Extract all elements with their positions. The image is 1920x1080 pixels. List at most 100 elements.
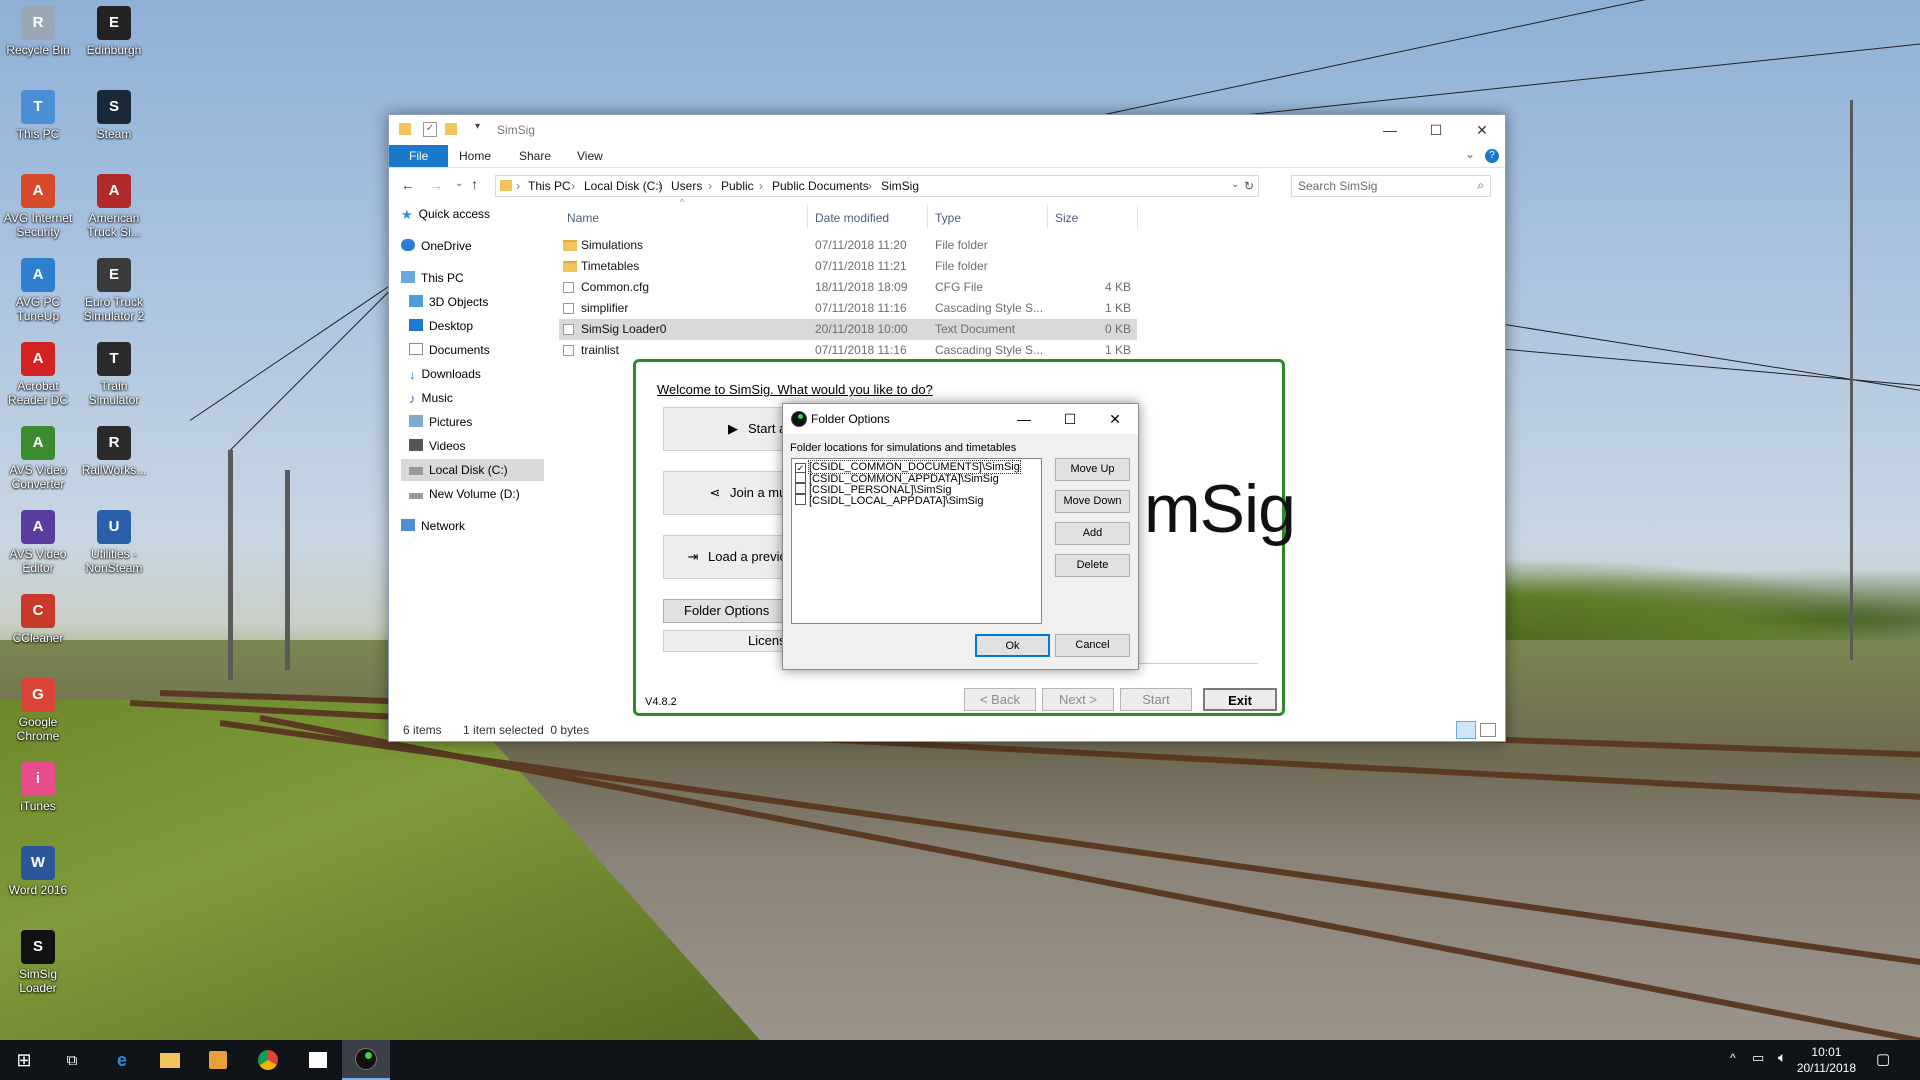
desktop-shortcut[interactable]: A AVG PC TuneUp	[0, 258, 76, 323]
desktop-shortcut[interactable]: T Train Simulator	[76, 342, 152, 407]
column-date-modified[interactable]: Date modified	[815, 211, 889, 225]
chevron-right-icon[interactable]: ›	[516, 179, 520, 193]
file-explorer-taskbar-icon[interactable]	[146, 1040, 194, 1080]
nav-videos[interactable]: Videos	[409, 435, 564, 457]
new-folder-icon[interactable]	[445, 123, 457, 135]
delete-button[interactable]: Delete	[1055, 554, 1130, 577]
recent-locations-icon[interactable]: ⌄	[455, 178, 463, 189]
nav-onedrive[interactable]: OneDrive	[401, 235, 556, 257]
desktop-shortcut[interactable]: C CCleaner	[0, 594, 76, 645]
column-size[interactable]: Size	[1055, 211, 1078, 225]
desktop-shortcut[interactable]: T This PC	[0, 90, 76, 141]
task-view-icon[interactable]: ⧉	[48, 1040, 96, 1080]
maximize-icon[interactable]: ☐	[1047, 404, 1093, 434]
details-view-icon[interactable]	[1456, 721, 1476, 739]
desktop-shortcut[interactable]: R Recycle Bin	[0, 6, 76, 57]
search-icon[interactable]: ⌕	[1477, 178, 1484, 193]
desktop-shortcut[interactable]: U Utilities - NonSteam	[76, 510, 152, 575]
breadcrumb-public-documents[interactable]: Public Documents	[772, 179, 869, 193]
nav-music[interactable]: ♪ Music	[409, 387, 564, 409]
checkbox-unchecked[interactable]	[795, 483, 806, 494]
start-button[interactable]: Start	[1120, 688, 1192, 711]
ok-button[interactable]: Ok	[975, 634, 1050, 657]
next-button[interactable]: Next >	[1042, 688, 1114, 711]
tab-view[interactable]: View	[563, 145, 617, 167]
folder-options-dialog[interactable]: Folder Options — ☐ ✕ Folder locations fo…	[782, 403, 1139, 670]
nav-3d-objects[interactable]: 3D Objects	[409, 291, 564, 313]
desktop-shortcut[interactable]: W Word 2016	[0, 846, 76, 897]
expand-ribbon-icon[interactable]: ⌄	[1465, 147, 1475, 161]
forward-arrow-icon[interactable]: →	[429, 177, 443, 193]
maximize-icon[interactable]: ☐	[1413, 115, 1459, 145]
desktop-shortcut[interactable]: S Steam	[76, 90, 152, 141]
column-name[interactable]: Name	[567, 211, 599, 225]
column-divider[interactable]	[807, 205, 808, 229]
nav-downloads[interactable]: ↓ Downloads	[409, 363, 564, 385]
file-row[interactable]: trainlist 07/11/2018 11:16 Cascading Style…	[559, 340, 1137, 361]
back-button[interactable]: < Back	[964, 688, 1036, 711]
desktop-shortcut[interactable]: A American Truck Si...	[76, 174, 152, 239]
back-arrow-icon[interactable]: ←	[401, 177, 415, 193]
up-arrow-icon[interactable]: ↑	[471, 176, 478, 192]
breadcrumb-public[interactable]: Public	[721, 179, 754, 193]
breadcrumb-users[interactable]: Users	[671, 179, 702, 193]
tab-home[interactable]: Home	[445, 145, 505, 167]
close-icon[interactable]: ✕	[1459, 115, 1505, 145]
cancel-button[interactable]: Cancel	[1055, 634, 1130, 657]
desktop-shortcut[interactable]: E Euro Truck Simulator 2	[76, 258, 152, 323]
checkbox-unchecked[interactable]	[795, 494, 806, 505]
desktop-shortcut[interactable]: R RailWorks...	[76, 426, 152, 477]
tab-share[interactable]: Share	[505, 145, 565, 167]
folder-locations-list[interactable]: ✓ [CSIDL_COMMON_DOCUMENTS]\SimSig [CSIDL_C…	[791, 458, 1042, 624]
address-dropdown-icon[interactable]: ⌄	[1231, 179, 1239, 190]
nav-local-disk[interactable]: Local Disk (C:)	[401, 459, 544, 481]
tab-file[interactable]: File	[389, 145, 449, 167]
exit-button[interactable]: Exit	[1203, 688, 1277, 711]
edge-icon[interactable]: e	[98, 1040, 146, 1080]
large-icons-view-icon[interactable]	[1480, 723, 1496, 737]
file-row[interactable]: SimSig Loader0 20/11/2018 10:00 Text Docum…	[559, 319, 1137, 340]
close-icon[interactable]: ✕	[1092, 404, 1138, 434]
volume-icon[interactable]: 🔈︎	[1778, 1049, 1786, 1066]
desktop-shortcut[interactable]: S SimSig Loader	[0, 930, 76, 995]
add-button[interactable]: Add	[1055, 522, 1130, 545]
breadcrumb-this-pc[interactable]: This PC	[528, 179, 571, 193]
customize-toolbar-icon[interactable]: ▾	[475, 121, 480, 132]
search-input[interactable]: Search SimSig ⌕	[1291, 175, 1491, 197]
desktop-shortcut[interactable]: E Edinburgh	[76, 6, 152, 57]
file-row[interactable]: Common.cfg 18/11/2018 18:09 CFG File 4 KB	[559, 277, 1137, 298]
network-status-icon[interactable]: ▭	[1752, 1050, 1764, 1066]
nav-documents[interactable]: Documents	[409, 339, 564, 361]
chrome-taskbar-icon[interactable]	[244, 1040, 292, 1080]
folder-location-item[interactable]: [CSIDL_LOCAL_APPDATA]\SimSig	[795, 494, 983, 507]
address-bar[interactable]: › This PC › Local Disk (C:) › Users › Pu…	[495, 175, 1259, 197]
properties-icon[interactable]: ✓	[423, 122, 437, 137]
nav-desktop[interactable]: Desktop	[409, 315, 564, 337]
desktop-shortcut[interactable]: A Acrobat Reader DC	[0, 342, 76, 407]
checkbox-unchecked[interactable]	[795, 472, 806, 483]
help-icon[interactable]: ?	[1485, 149, 1499, 163]
explorer-title-bar[interactable]: ✓ ▾ SimSig — ☐ ✕	[389, 115, 1505, 145]
file-row[interactable]: Simulations 07/11/2018 11:20 File folder	[559, 235, 1137, 256]
column-divider[interactable]	[1137, 205, 1138, 229]
move-up-button[interactable]: Move Up	[1055, 458, 1130, 481]
nav-quick-access[interactable]: ★ Quick access	[401, 203, 556, 225]
dialog-title-bar[interactable]: Folder Options — ☐ ✕	[783, 404, 1138, 434]
column-type[interactable]: Type	[935, 211, 961, 225]
nav-new-volume[interactable]: New Volume (D:)	[409, 483, 564, 505]
media-player-taskbar-icon[interactable]	[194, 1040, 242, 1080]
desktop-shortcut[interactable]: G Google Chrome	[0, 678, 76, 743]
minimize-icon[interactable]: —	[1367, 115, 1413, 145]
breadcrumb-local-disk[interactable]: Local Disk (C:)	[584, 179, 663, 193]
nav-network[interactable]: Network	[401, 515, 556, 537]
column-divider[interactable]	[1047, 205, 1048, 229]
minimize-icon[interactable]: —	[1001, 404, 1047, 434]
move-down-button[interactable]: Move Down	[1055, 490, 1130, 513]
windows-start-icon[interactable]: ⊞	[0, 1040, 48, 1080]
file-row[interactable]: simplifier 07/11/2018 11:16 Cascading Styl…	[559, 298, 1137, 319]
desktop-shortcut[interactable]: A AVS Video Converter	[0, 426, 76, 491]
nav-pictures[interactable]: Pictures	[409, 411, 564, 433]
desktop-shortcut[interactable]: i iTunes	[0, 762, 76, 813]
desktop-shortcut[interactable]: A AVS Video Editor	[0, 510, 76, 575]
desktop-shortcut[interactable]: A AVG Internet Security	[0, 174, 76, 239]
